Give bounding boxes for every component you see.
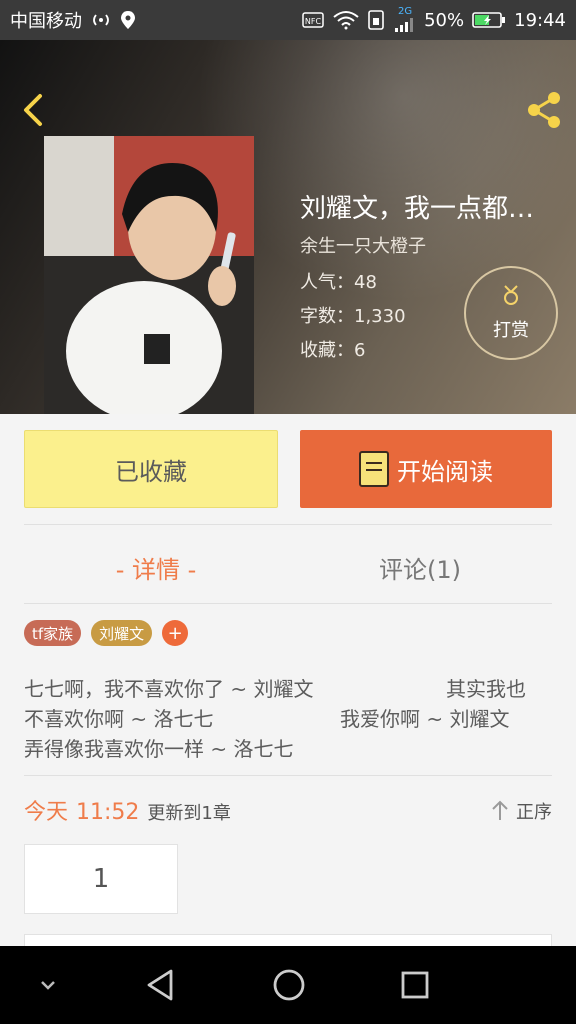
carrier-label: 中国移动: [10, 11, 82, 32]
location-icon: [120, 10, 136, 30]
sim-icon: [368, 10, 386, 30]
system-navigation-bar: [0, 946, 576, 1024]
nfc-icon: NFC: [302, 11, 324, 29]
svg-text:NFC: NFC: [305, 17, 322, 26]
start-reading-label: 开始阅读: [397, 457, 493, 486]
tab-comments-label: 评论(1): [379, 555, 461, 584]
tag-item[interactable]: tf家族: [24, 620, 82, 646]
hide-keyboard-button[interactable]: [26, 946, 70, 1024]
back-button[interactable]: [16, 90, 52, 130]
tag-item[interactable]: 刘耀文: [91, 620, 153, 646]
start-reading-button[interactable]: 开始阅读: [300, 430, 552, 508]
book-icon: [359, 451, 389, 487]
tab-details[interactable]: - 详情 -: [24, 540, 288, 594]
chapter-number: 1: [92, 864, 110, 894]
description-text: 不喜欢你啊 ~ 洛七七: [24, 707, 214, 731]
book-title: 刘耀文，我一点都…: [300, 194, 535, 224]
square-recents-icon: [401, 971, 429, 999]
update-status: 更新到1章: [147, 803, 231, 824]
description-text: 我爱你啊 ~ 刘耀文: [340, 707, 510, 731]
sort-order-label: 正序: [516, 802, 552, 823]
reward-label: 打赏: [493, 320, 529, 341]
signal-type-label: 2G: [398, 6, 413, 17]
book-word-count: 字数：1,330: [300, 306, 406, 327]
signal-icon: [395, 18, 414, 32]
circle-home-icon: [273, 969, 305, 1001]
gift-icon: [502, 284, 520, 312]
tag-list: tf家族 刘耀文 +: [24, 620, 189, 646]
tab-details-label: - 详情 -: [115, 555, 197, 584]
description-text: 弄得像我喜欢你一样 ~ 洛七七: [24, 737, 294, 761]
favorited-button[interactable]: 已收藏: [24, 430, 278, 508]
signal-indicator: 2G: [394, 7, 416, 33]
update-day: 今天: [24, 800, 69, 825]
chapter-item[interactable]: 1: [24, 844, 178, 914]
status-bar: 中国移动 NFC 2G 50% 19:44: [0, 0, 576, 40]
share-button[interactable]: [522, 88, 566, 132]
divider: [24, 603, 552, 604]
update-time: 11:52: [76, 800, 140, 825]
chevron-down-icon: [41, 981, 55, 990]
sort-order-button[interactable]: 正序: [490, 798, 552, 824]
divider: [24, 775, 552, 776]
clock: 19:44: [514, 9, 566, 31]
wifi-icon: [332, 10, 360, 30]
book-description: 七七啊，我不喜欢你了 ~ 刘耀文 其实我也 不喜欢你啊 ~ 洛七七 我爱你啊 ~…: [24, 674, 552, 764]
battery-percent: 50%: [424, 9, 465, 31]
tab-comments[interactable]: 评论(1): [288, 540, 552, 594]
reward-button[interactable]: 打赏: [464, 266, 558, 360]
divider: [24, 524, 552, 525]
chevron-left-icon: [24, 94, 42, 126]
favorited-label: 已收藏: [115, 457, 187, 486]
recents-nav-button[interactable]: [390, 946, 440, 1024]
update-info: 今天 11:52 更新到1章: [24, 794, 231, 826]
battery-icon: [472, 11, 506, 29]
hotspot-icon: [90, 11, 112, 29]
book-popularity: 人气：48: [300, 272, 377, 293]
home-nav-button[interactable]: [264, 946, 314, 1024]
book-favorites: 收藏：6: [300, 340, 366, 361]
back-nav-button[interactable]: [136, 946, 186, 1024]
share-icon: [528, 92, 560, 128]
list-item: [24, 934, 552, 946]
book-cover-image[interactable]: [44, 136, 254, 414]
book-author[interactable]: 余生一只大橙子: [300, 232, 426, 258]
description-text: 七七啊，我不喜欢你了 ~ 刘耀文: [24, 677, 314, 701]
description-text: 其实我也: [446, 677, 526, 701]
triangle-back-icon: [147, 969, 173, 1001]
arrow-up-icon: [492, 800, 508, 820]
book-header: 刘耀文，我一点都… 余生一只大橙子 人气：48 字数：1,330 收藏：6 打赏: [0, 40, 576, 414]
add-tag-button[interactable]: +: [162, 620, 189, 646]
tab-bar: - 详情 - 评论(1): [24, 540, 552, 594]
